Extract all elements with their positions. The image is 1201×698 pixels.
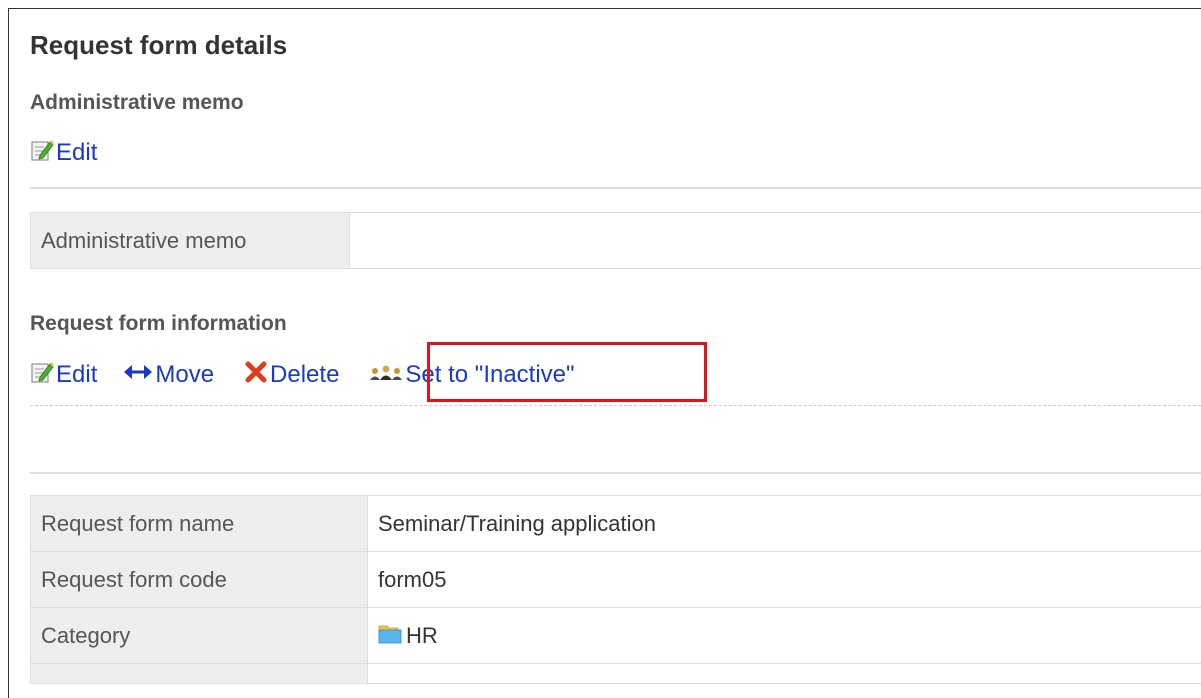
row-value-form-name: Seminar/Training application	[368, 496, 1201, 552]
request-form-move-label: Move	[155, 363, 214, 387]
category-value[interactable]: HR	[406, 623, 438, 649]
request-form-edit-label: Edit	[56, 363, 97, 387]
delete-x-icon	[244, 360, 268, 389]
admin-memo-label: Administrative memo	[31, 213, 350, 269]
admin-memo-edit-link[interactable]: Edit	[30, 138, 97, 167]
admin-memo-edit-label: Edit	[56, 141, 97, 165]
request-form-move-link[interactable]: Move	[123, 362, 214, 387]
edit-pencil-icon	[30, 360, 54, 389]
page-title: Request form details	[30, 32, 287, 58]
request-form-edit-link[interactable]: Edit	[30, 360, 97, 389]
folder-icon	[378, 622, 404, 650]
request-form-table: Request form name Seminar/Training appli…	[30, 495, 1201, 684]
request-form-delete-link[interactable]: Delete	[244, 360, 339, 389]
edit-pencil-icon	[30, 138, 54, 167]
section-divider	[30, 187, 1201, 189]
table-row: Category HR	[31, 608, 1201, 664]
row-label-partial	[31, 664, 368, 684]
admin-memo-table: Administrative memo	[30, 212, 1201, 269]
row-label-form-code: Request form code	[31, 552, 368, 608]
table-row: Request form code form05	[31, 552, 1201, 608]
row-label-form-name: Request form name	[31, 496, 368, 552]
row-value-partial	[368, 664, 1201, 684]
table-row	[31, 664, 1201, 684]
table-row: Administrative memo	[31, 213, 1201, 269]
row-value-form-code: form05	[368, 552, 1201, 608]
admin-memo-heading: Administrative memo	[30, 92, 244, 113]
actions-dotted-divider	[30, 405, 1201, 406]
inactive-users-icon	[369, 362, 403, 387]
row-label-category: Category	[31, 608, 368, 664]
move-arrows-icon	[123, 362, 153, 387]
request-form-info-heading: Request form information	[30, 313, 287, 334]
admin-memo-value	[350, 213, 1201, 269]
request-form-delete-label: Delete	[270, 363, 339, 387]
highlight-box	[427, 342, 707, 402]
row-value-category: HR	[368, 608, 1201, 664]
section-divider	[30, 472, 1201, 474]
table-row: Request form name Seminar/Training appli…	[31, 496, 1201, 552]
admin-memo-actions: Edit	[30, 138, 97, 167]
